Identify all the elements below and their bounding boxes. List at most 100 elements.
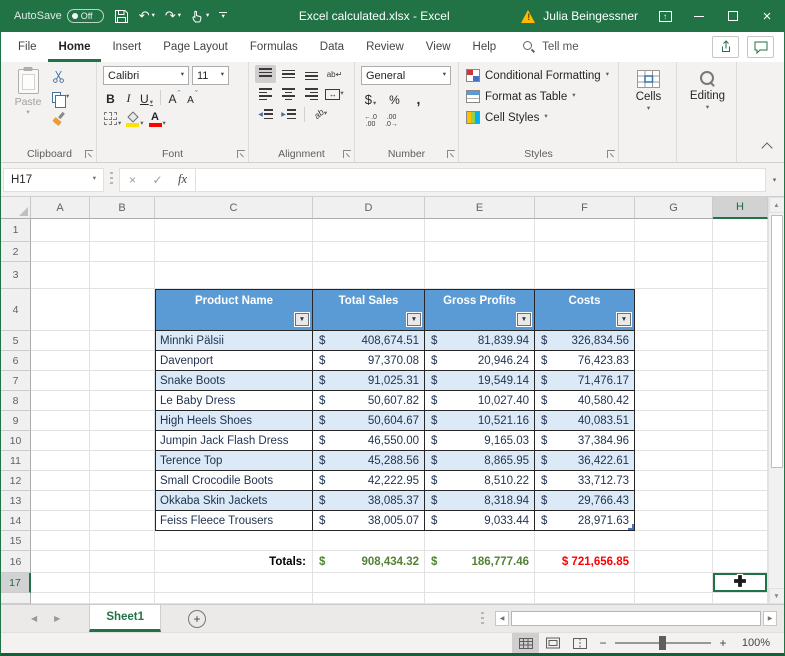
tab-home[interactable]: Home	[47, 32, 102, 62]
cell-G11[interactable]	[635, 451, 713, 471]
zoom-slider[interactable]	[615, 636, 711, 650]
scroll-up-button[interactable]: ▲	[768, 197, 784, 213]
splitter-handle-icon[interactable]	[481, 611, 484, 626]
cell-A5[interactable]	[31, 331, 90, 351]
cell-B6[interactable]	[90, 351, 155, 371]
cell-A4[interactable]	[31, 289, 90, 331]
cell-D4[interactable]: Total Sales ▼	[313, 289, 425, 331]
top-align-button[interactable]	[255, 65, 276, 83]
cell-G15[interactable]	[635, 531, 713, 551]
cell-H16[interactable]	[713, 551, 768, 573]
zoom-in-button[interactable]: +	[713, 636, 733, 650]
merge-center-button[interactable]: ↔ ▾	[324, 85, 345, 103]
cell-D1[interactable]	[313, 219, 425, 242]
cell-E17[interactable]	[425, 573, 535, 593]
page-break-preview-button[interactable]	[566, 633, 593, 653]
increase-decimal-button[interactable]: ←.0 .00	[363, 110, 378, 128]
cell-B12[interactable]	[90, 471, 155, 491]
cell-C3[interactable]	[155, 262, 313, 289]
cell-B11[interactable]	[90, 451, 155, 471]
center-button[interactable]	[278, 85, 299, 103]
zoom-out-button[interactable]: −	[593, 636, 613, 650]
cell-D2[interactable]	[313, 242, 425, 262]
cell-B8[interactable]	[90, 391, 155, 411]
tell-me-box[interactable]: Tell me	[523, 32, 579, 62]
zoom-slider-thumb[interactable]	[659, 636, 667, 650]
cell-G6[interactable]	[635, 351, 713, 371]
cell-H10[interactable]	[713, 431, 768, 451]
cell-D9[interactable]: $50,604.67	[313, 411, 425, 431]
cell-E14[interactable]: $9,033.44	[425, 511, 535, 531]
row-header-16[interactable]: 16	[1, 551, 31, 573]
cell-F13[interactable]: $29,766.43	[535, 491, 635, 511]
vertical-scrollbar[interactable]: ▲ ▼	[768, 197, 784, 604]
cell-D5[interactable]: $408,674.51	[313, 331, 425, 351]
cell-E9[interactable]: $10,521.16	[425, 411, 535, 431]
cell-G14[interactable]	[635, 511, 713, 531]
font-color-button[interactable]: A ▾	[148, 109, 167, 127]
row-header-13[interactable]: 13	[1, 491, 31, 511]
row-header-15[interactable]: 15	[1, 531, 31, 551]
copy-button[interactable]: ▾	[50, 87, 71, 108]
cell-H17[interactable]	[713, 573, 768, 593]
cell-E5[interactable]: $81,839.94	[425, 331, 535, 351]
cell-B14[interactable]	[90, 511, 155, 531]
cell-E12[interactable]: $8,510.22	[425, 471, 535, 491]
cell-D17[interactable]	[313, 573, 425, 593]
filter-button[interactable]: ▼	[295, 313, 309, 326]
cell-E8[interactable]: $10,027.40	[425, 391, 535, 411]
scroll-left-button[interactable]: ◀	[495, 611, 509, 626]
previous-sheet-button[interactable]: ◀	[31, 614, 37, 623]
cell-B4[interactable]	[90, 289, 155, 331]
tab-file[interactable]: File	[7, 32, 48, 62]
tab-help[interactable]: Help	[462, 32, 508, 62]
wrap-text-button[interactable]: ab↵	[324, 65, 345, 83]
cell-E16[interactable]: $186,777.46	[425, 551, 535, 573]
cell-F4[interactable]: Costs ▼	[535, 289, 635, 331]
row-header-2[interactable]: 2	[1, 242, 31, 262]
cell-G5[interactable]	[635, 331, 713, 351]
cell-B7[interactable]	[90, 371, 155, 391]
align-right-button[interactable]	[301, 85, 322, 103]
cell-G12[interactable]	[635, 471, 713, 491]
cell-A10[interactable]	[31, 431, 90, 451]
cell-H5[interactable]	[713, 331, 768, 351]
tab-page-layout[interactable]: Page Layout	[152, 32, 239, 62]
decrease-decimal-button[interactable]: .00 .0→	[384, 110, 399, 128]
cell-A14[interactable]	[31, 511, 90, 531]
cell-C13[interactable]: Okkaba Skin Jackets	[155, 491, 313, 511]
cell-D10[interactable]: $46,550.00	[313, 431, 425, 451]
row-header-10[interactable]: 10	[1, 431, 31, 451]
cell-H6[interactable]	[713, 351, 768, 371]
filter-button[interactable]: ▼	[617, 313, 631, 326]
cell-B2[interactable]	[90, 242, 155, 262]
cell-E15[interactable]	[425, 531, 535, 551]
decrease-indent-button[interactable]: ◀	[255, 105, 276, 123]
cell-F10[interactable]: $37,384.96	[535, 431, 635, 451]
drag-handle-icon[interactable]	[110, 172, 113, 187]
collapse-ribbon-button[interactable]	[761, 142, 773, 154]
horizontal-scroll-thumb[interactable]	[511, 611, 761, 626]
cell-C4[interactable]: Product Name ▼	[155, 289, 313, 331]
align-left-button[interactable]	[255, 85, 276, 103]
row-header-7[interactable]: 7	[1, 371, 31, 391]
cell-B10[interactable]	[90, 431, 155, 451]
cell-D11[interactable]: $45,288.56	[313, 451, 425, 471]
cell-E7[interactable]: $19,549.14	[425, 371, 535, 391]
cell-C8[interactable]: Le Baby Dress	[155, 391, 313, 411]
cell-A3[interactable]	[31, 262, 90, 289]
cell-G17[interactable]	[635, 573, 713, 593]
expand-formula-bar-button[interactable]: ▾	[766, 176, 783, 184]
cell-A15[interactable]	[31, 531, 90, 551]
clipboard-dialog-launcher[interactable]	[85, 150, 93, 158]
cell-F3[interactable]	[535, 262, 635, 289]
cell-D12[interactable]: $42,222.95	[313, 471, 425, 491]
cell-H9[interactable]	[713, 411, 768, 431]
cell-G9[interactable]	[635, 411, 713, 431]
cell-F1[interactable]	[535, 219, 635, 242]
cell-D7[interactable]: $91,025.31	[313, 371, 425, 391]
tab-review[interactable]: Review	[355, 32, 415, 62]
paste-button[interactable]: Paste ▾	[9, 66, 47, 145]
cell-A12[interactable]	[31, 471, 90, 491]
column-header-G[interactable]: G	[635, 197, 713, 219]
